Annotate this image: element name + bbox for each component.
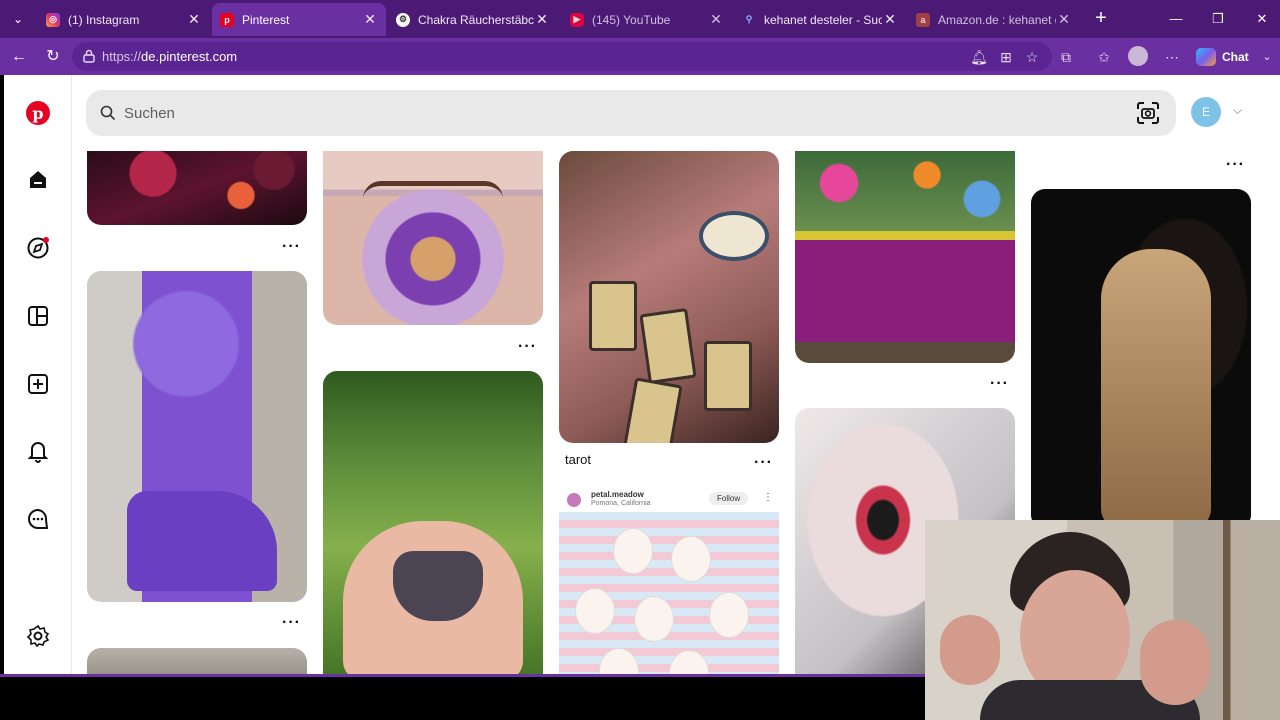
pin-clown-masks[interactable]: petal.meadow Pomona, California Follow ⋮ [559,488,779,674]
favorite-star-icon[interactable]: ☆ [1021,46,1043,68]
search-input[interactable] [124,102,1104,124]
refresh-icon[interactable]: ↻ [42,46,64,68]
close-icon[interactable]: ✕ [362,11,378,28]
minimize-icon[interactable]: — [1164,8,1188,30]
pin-title[interactable]: tarot [565,452,591,467]
follow-button[interactable]: Follow [709,492,749,505]
url-prefix: https:// [102,49,142,64]
close-icon[interactable]: ✕ [186,11,202,28]
notification-bell-icon[interactable]: 🔔︎ [968,46,990,68]
pin-more-icon[interactable]: ··· [1226,157,1245,173]
boards-icon[interactable] [24,302,52,330]
back-arrow-icon[interactable]: ← [8,46,30,68]
restore-icon[interactable]: ❐ [1206,8,1230,30]
apps-grid-icon[interactable]: ⊞ [995,46,1017,68]
close-icon[interactable]: ✕ [882,11,898,28]
instagram-icon: ◎ [46,12,60,27]
tab-chakra[interactable]: ⚙ Chakra Räucherstäbchen ✕ [388,3,558,36]
extensions-icon[interactable]: ⧉ [1055,46,1077,68]
pin-more-icon[interactable]: ··· [990,376,1009,392]
pin-tarot[interactable] [559,151,779,443]
avatar-initial: E [1201,105,1210,119]
account-chevron-down-icon[interactable]: ⌵ [1233,103,1242,118]
copilot-icon [1196,48,1216,66]
creator-name: petal.meadow [591,490,644,499]
youtube-icon: ▶ [570,12,584,27]
tab-instagram[interactable]: ◎ (1) Instagram ✕ [38,3,210,36]
tab-actions-menu-icon[interactable]: ⌄ [6,7,30,31]
pin-cauldron-candle[interactable] [323,371,543,674]
notifications-bell-icon[interactable] [24,437,52,465]
pin-dancer-illustration[interactable] [1031,189,1251,529]
amazon-icon: a [916,12,930,27]
visual-search-camera-icon[interactable] [1136,101,1160,125]
address-bar-row: ← ↻ https://de.pinterest.com 🔔︎ ⊞ ☆ ⧉ ✩ … [0,38,1280,75]
more-vertical-icon[interactable]: ⋮ [763,492,773,503]
sidebar: p [4,75,72,674]
pin-flowers[interactable] [87,151,307,225]
home-icon[interactable] [24,166,52,194]
search-icon [100,105,116,121]
pinterest-icon: p [220,12,234,27]
pin-purple-boot[interactable] [87,271,307,602]
pinterest-logo[interactable]: p [24,99,52,127]
favorites-list-icon[interactable]: ✩ [1093,46,1115,68]
tab-title: kehanet desteler - Suche [764,12,882,27]
create-plus-icon[interactable] [24,370,52,398]
tab-title: Pinterest [242,12,290,27]
search-icon: ⚲ [745,14,753,24]
copilot-label: Chat [1222,50,1249,64]
creator-avatar [567,493,581,507]
pin-more-icon[interactable]: ··· [754,455,773,471]
site-info-icon[interactable] [82,49,96,63]
avatar[interactable]: E [1191,97,1221,127]
pin-purple-eye-makeup[interactable] [323,151,543,325]
close-icon[interactable]: ✕ [534,11,550,28]
close-icon[interactable]: ✕ [708,11,724,28]
tab-title: Amazon.de : kehanet de [938,12,1056,27]
pinterest-icon: p [26,101,50,125]
more-menu-icon[interactable]: ⋯ [1161,46,1183,68]
pin-more-icon[interactable]: ··· [282,239,301,255]
new-tab-plus-icon[interactable]: + [1090,8,1112,30]
url-text: https://de.pinterest.com [102,49,237,64]
url-domain: de.pinterest.com [141,49,238,64]
close-icon[interactable]: ✕ [1056,11,1072,28]
pin-pink-sink[interactable] [795,151,1015,363]
tab-title: (145) YouTube [592,12,671,27]
url-field[interactable]: https://de.pinterest.com [72,42,1052,71]
creator-location: Pomona, California [591,500,651,507]
webcam-overlay [925,520,1280,720]
settings-gear-icon[interactable] [24,622,52,650]
pin-more-icon[interactable]: ··· [282,615,301,631]
tab-title: Chakra Räucherstäbchen [418,12,534,27]
search-bar [86,90,1176,136]
profile-icon[interactable] [1127,46,1149,68]
chatgpt-icon: ⚙ [396,12,410,27]
window-close-icon[interactable]: ✕ [1250,8,1274,30]
tab-youtube[interactable]: ▶ (145) YouTube ✕ [562,3,732,36]
copilot-chat-button[interactable]: Chat [1196,45,1249,69]
pin-next[interactable] [87,648,307,674]
tab-search[interactable]: ⚲ kehanet desteler - Suche ✕ [734,3,906,36]
tab-bar: ⌄ ◎ (1) Instagram ✕ p Pinterest ✕ ⚙ Chak… [0,0,1280,38]
tab-title: (1) Instagram [68,12,140,27]
pin-more-icon[interactable]: ··· [518,339,537,355]
tab-pinterest[interactable]: p Pinterest ✕ [212,3,386,36]
explore-compass-icon[interactable] [24,234,52,262]
messages-icon[interactable] [24,505,52,533]
tab-amazon[interactable]: a Amazon.de : kehanet de ✕ [908,3,1080,36]
chevron-down-icon[interactable]: ⌄ [1258,46,1276,68]
